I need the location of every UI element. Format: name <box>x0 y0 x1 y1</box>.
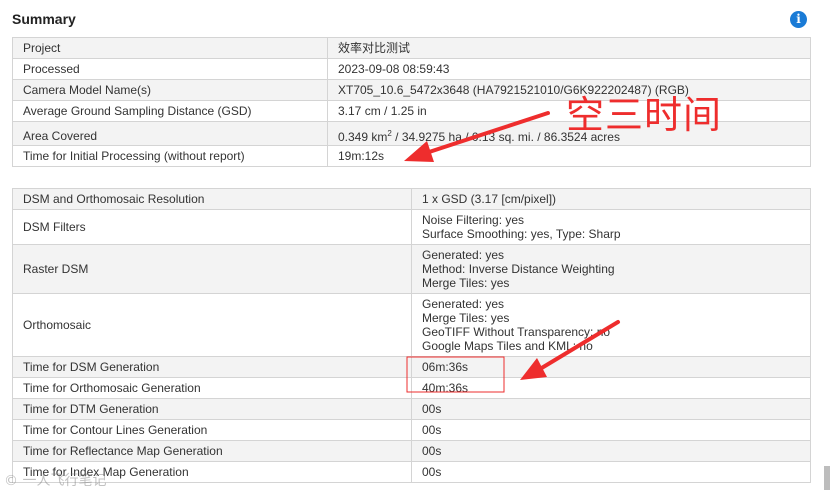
value-line: Noise Filtering: yes <box>422 213 525 227</box>
table-row: DSM Filters Noise Filtering: yes Surface… <box>12 209 811 245</box>
value-line: 00s <box>422 465 442 479</box>
value-line: 00s <box>422 402 442 416</box>
page-title: Summary <box>12 11 76 27</box>
row-value: Generated: yes Merge Tiles: yes GeoTIFF … <box>411 293 811 357</box>
row-label: Time for Initial Processing (without rep… <box>12 145 328 167</box>
value-line: 1 x GSD (3.17 [cm/pixel]) <box>422 192 557 206</box>
table-row: Raster DSM Generated: yes Method: Invers… <box>12 244 811 294</box>
row-label: Orthomosaic <box>12 293 412 357</box>
row-value: 2023-09-08 08:59:43 <box>327 58 811 80</box>
row-label: Time for Contour Lines Generation <box>12 419 412 441</box>
table-row: Processed 2023-09-08 08:59:43 <box>12 58 811 80</box>
row-value: Generated: yes Method: Inverse Distance … <box>411 244 811 294</box>
value-line: Generated: yes <box>422 297 505 311</box>
value-line: Merge Tiles: yes <box>422 276 510 290</box>
value-line: 06m:36s <box>422 360 469 374</box>
row-value: 40m:36s <box>411 377 811 399</box>
row-label: DSM Filters <box>12 209 412 245</box>
row-label: Time for DSM Generation <box>12 356 412 378</box>
row-value: 00s <box>411 440 811 462</box>
table-row: Time for Reflectance Map Generation 00s <box>12 440 811 462</box>
row-value: 1 x GSD (3.17 [cm/pixel]) <box>411 188 811 210</box>
row-value: 00s <box>411 398 811 420</box>
value-line: Method: Inverse Distance Weighting <box>422 262 615 276</box>
table-row: Time for Index Map Generation 00s <box>12 461 811 483</box>
table-row: Time for Contour Lines Generation 00s <box>12 419 811 441</box>
row-value: 00s <box>411 461 811 483</box>
row-label: Raster DSM <box>12 244 412 294</box>
watermark: © 一人飞行笔记 <box>4 473 107 489</box>
row-value: Noise Filtering: yes Surface Smoothing: … <box>411 209 811 245</box>
row-label: Average Ground Sampling Distance (GSD) <box>12 100 328 122</box>
value-line: GeoTIFF Without Transparency: no <box>422 325 611 339</box>
dsm-orthomosaic-table: DSM and Orthomosaic Resolution 1 x GSD (… <box>12 188 811 483</box>
row-value: 06m:36s <box>411 356 811 378</box>
row-value: 00s <box>411 419 811 441</box>
value-line: Google Maps Tiles and KML: no <box>422 339 593 353</box>
table-row: Time for Orthomosaic Generation 40m:36s <box>12 377 811 399</box>
value-line: 40m:36s <box>422 381 469 395</box>
info-icon[interactable]: i <box>790 11 807 28</box>
row-label: Processed <box>12 58 328 80</box>
table-row: Time for DSM Generation 06m:36s <box>12 356 811 378</box>
value-line: 00s <box>422 444 442 458</box>
value-line: Merge Tiles: yes <box>422 311 510 325</box>
table-row: Time for Initial Processing (without rep… <box>12 145 811 167</box>
row-label: Time for Reflectance Map Generation <box>12 440 412 462</box>
row-label: Time for DTM Generation <box>12 398 412 420</box>
value-line: Surface Smoothing: yes, Type: Sharp <box>422 227 621 241</box>
annotation-label: 空三时间 <box>566 93 723 137</box>
row-label: Camera Model Name(s) <box>12 79 328 101</box>
row-label: DSM and Orthomosaic Resolution <box>12 188 412 210</box>
value-line: Generated: yes <box>422 248 505 262</box>
table-row: Orthomosaic Generated: yes Merge Tiles: … <box>12 293 811 357</box>
row-value: 19m:12s <box>327 145 811 167</box>
area-value-km: 0.349 km <box>338 130 388 144</box>
table-row: DSM and Orthomosaic Resolution 1 x GSD (… <box>12 188 811 210</box>
row-label: Project <box>12 37 328 59</box>
table-row: Time for DTM Generation 00s <box>12 398 811 420</box>
row-label: Area Covered <box>12 121 328 146</box>
value-line: 00s <box>422 423 442 437</box>
table-row: Project 效率对比测试 <box>12 37 811 59</box>
row-value: 效率对比测试 <box>327 37 811 59</box>
row-label: Time for Orthomosaic Generation <box>12 377 412 399</box>
scrollbar[interactable] <box>824 466 830 490</box>
